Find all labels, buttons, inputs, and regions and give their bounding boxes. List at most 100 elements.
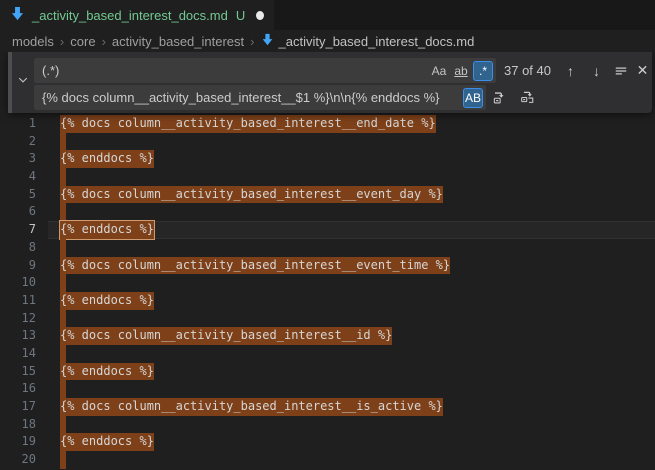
- whole-word-button[interactable]: ab: [451, 61, 471, 81]
- breadcrumb-item-models[interactable]: models: [12, 34, 54, 49]
- breadcrumb: models › core › activity_based_interest …: [0, 30, 655, 52]
- line-number: 7: [0, 221, 36, 239]
- chevron-right-icon: ›: [250, 34, 254, 49]
- preserve-case-button[interactable]: AB: [463, 88, 483, 108]
- empty-line-match-strip: [60, 310, 66, 328]
- code-line[interactable]: 18: [0, 416, 655, 434]
- replace-all-button[interactable]: [517, 87, 538, 108]
- code-line[interactable]: 3 {% enddocs %}: [0, 150, 655, 168]
- code-line[interactable]: 19{% enddocs %}: [0, 433, 655, 451]
- breadcrumb-file-name: _activity_based_interest_docs.md: [279, 34, 475, 49]
- code-line[interactable]: 12: [0, 310, 655, 328]
- find-match-highlight: {% enddocs %}: [60, 221, 154, 239]
- find-replace-widget: (.*) Aa ab .* 37 of 40 ↑ ↓ ✕: [8, 52, 652, 113]
- vscode-window: _activity_based_interest_docs.md U model…: [0, 0, 655, 470]
- editor[interactable]: (.*) Aa ab .* 37 of 40 ↑ ↓ ✕: [0, 52, 655, 470]
- code-line[interactable]: 8: [0, 239, 655, 257]
- find-input[interactable]: (.*) Aa ab .*: [34, 58, 496, 83]
- find-match-highlight: {% docs column__activity_based_interest_…: [60, 115, 436, 133]
- previous-match-button[interactable]: ↑: [560, 60, 581, 81]
- git-status-badge: U: [236, 8, 245, 23]
- line-number: 16: [0, 380, 36, 398]
- line-number: 3: [0, 150, 36, 168]
- code-line[interactable]: 15 {% enddocs %}: [0, 363, 655, 381]
- arrow-up-icon: ↑: [567, 63, 574, 79]
- code-line[interactable]: 5 {% docs column__activity_based_interest…: [0, 186, 655, 204]
- line-number: 10: [0, 274, 36, 292]
- line-number: 1: [0, 115, 36, 133]
- close-icon: ✕: [637, 62, 649, 79]
- line-number: 6: [0, 203, 36, 221]
- line-number: 5: [0, 186, 36, 204]
- code-line[interactable]: 6: [0, 203, 655, 221]
- replace-all-icon: [520, 90, 535, 105]
- editor-tab[interactable]: _activity_based_interest_docs.md U: [0, 0, 274, 30]
- breadcrumb-file[interactable]: _activity_based_interest_docs.md: [261, 33, 475, 49]
- regex-button[interactable]: .*: [473, 61, 493, 81]
- line-number: 13: [0, 327, 36, 345]
- find-widget-resize-sash[interactable]: [8, 52, 12, 113]
- find-in-selection-button[interactable]: [610, 60, 631, 81]
- code-line[interactable]: 2: [0, 133, 655, 151]
- find-match-highlight: {% docs column__activity_based_interest_…: [60, 327, 392, 345]
- match-case-button[interactable]: Aa: [429, 61, 449, 81]
- modified-dot-icon[interactable]: [256, 11, 264, 20]
- line-number: 12: [0, 310, 36, 328]
- replace-input[interactable]: {% docs column__activity_based_interest_…: [34, 85, 486, 110]
- empty-line-match-strip: [60, 416, 66, 434]
- code-line[interactable]: 7 {% enddocs %}: [0, 221, 655, 239]
- line-number: 14: [0, 345, 36, 363]
- toggle-replace-button[interactable]: [14, 73, 32, 91]
- tab-title: _activity_based_interest_docs.md: [32, 8, 228, 23]
- next-match-button[interactable]: ↓: [586, 60, 607, 81]
- find-match-highlight: {% docs column__activity_based_interest_…: [60, 398, 443, 416]
- code-line[interactable]: 11{% enddocs %}: [0, 292, 655, 310]
- find-match-highlight: {% enddocs %}: [60, 433, 154, 451]
- code-line[interactable]: 4: [0, 168, 655, 186]
- find-input-value: (.*): [42, 63, 59, 78]
- find-match-highlight: {% enddocs %}: [60, 150, 154, 168]
- empty-line-match-strip: [60, 133, 66, 151]
- line-number: 15: [0, 363, 36, 381]
- markdown-file-icon: [261, 33, 274, 49]
- markdown-file-icon: [10, 6, 25, 24]
- line-number: 4: [0, 168, 36, 186]
- tab-bar: _activity_based_interest_docs.md U: [0, 0, 655, 30]
- code-line[interactable]: 10: [0, 274, 655, 292]
- replace-button[interactable]: [489, 87, 510, 108]
- replace-input-value: {% docs column__activity_based_interest_…: [42, 90, 439, 105]
- code-line[interactable]: 16: [0, 380, 655, 398]
- chevron-right-icon: ›: [102, 34, 106, 49]
- replace-icon: [492, 90, 507, 105]
- code-line[interactable]: 9 {% docs column__activity_based_interest…: [0, 257, 655, 275]
- empty-line-match-strip: [60, 451, 66, 469]
- empty-line-match-strip: [60, 274, 66, 292]
- code-line[interactable]: 14: [0, 345, 655, 363]
- selection-icon: [614, 64, 628, 78]
- empty-line-match-strip: [60, 239, 66, 257]
- code-lines: 1 {% docs column__activity_based_interest…: [0, 115, 655, 469]
- code-line[interactable]: 20: [0, 451, 655, 469]
- empty-line-match-strip: [60, 345, 66, 363]
- close-button[interactable]: ✕: [632, 60, 653, 81]
- find-match-highlight: {% enddocs %}: [60, 292, 154, 310]
- find-match-highlight: {% docs column__activity_based_interest_…: [60, 257, 450, 275]
- code-line[interactable]: 17{% docs column__activity_based_interes…: [0, 398, 655, 416]
- breadcrumb-item-activity-based-interest[interactable]: activity_based_interest: [112, 34, 244, 49]
- whole-word-label: ab: [454, 64, 467, 78]
- code-line[interactable]: 13 {% docs column__activity_based_interes…: [0, 327, 655, 345]
- arrow-down-icon: ↓: [593, 63, 600, 79]
- find-match-highlight: {% docs column__activity_based_interest_…: [60, 186, 443, 204]
- find-match-highlight: {% enddocs %}: [60, 363, 154, 381]
- line-number: 20: [0, 451, 36, 469]
- empty-line-match-strip: [60, 380, 66, 398]
- chevron-right-icon: ›: [60, 34, 64, 49]
- empty-line-match-strip: [60, 203, 66, 221]
- line-number: 9: [0, 257, 36, 275]
- line-number: 18: [0, 416, 36, 434]
- code-line[interactable]: 1 {% docs column__activity_based_interest…: [0, 115, 655, 133]
- breadcrumb-item-core[interactable]: core: [70, 34, 95, 49]
- chevron-down-icon: [17, 73, 29, 91]
- empty-line-match-strip: [60, 168, 66, 186]
- line-number: 2: [0, 133, 36, 151]
